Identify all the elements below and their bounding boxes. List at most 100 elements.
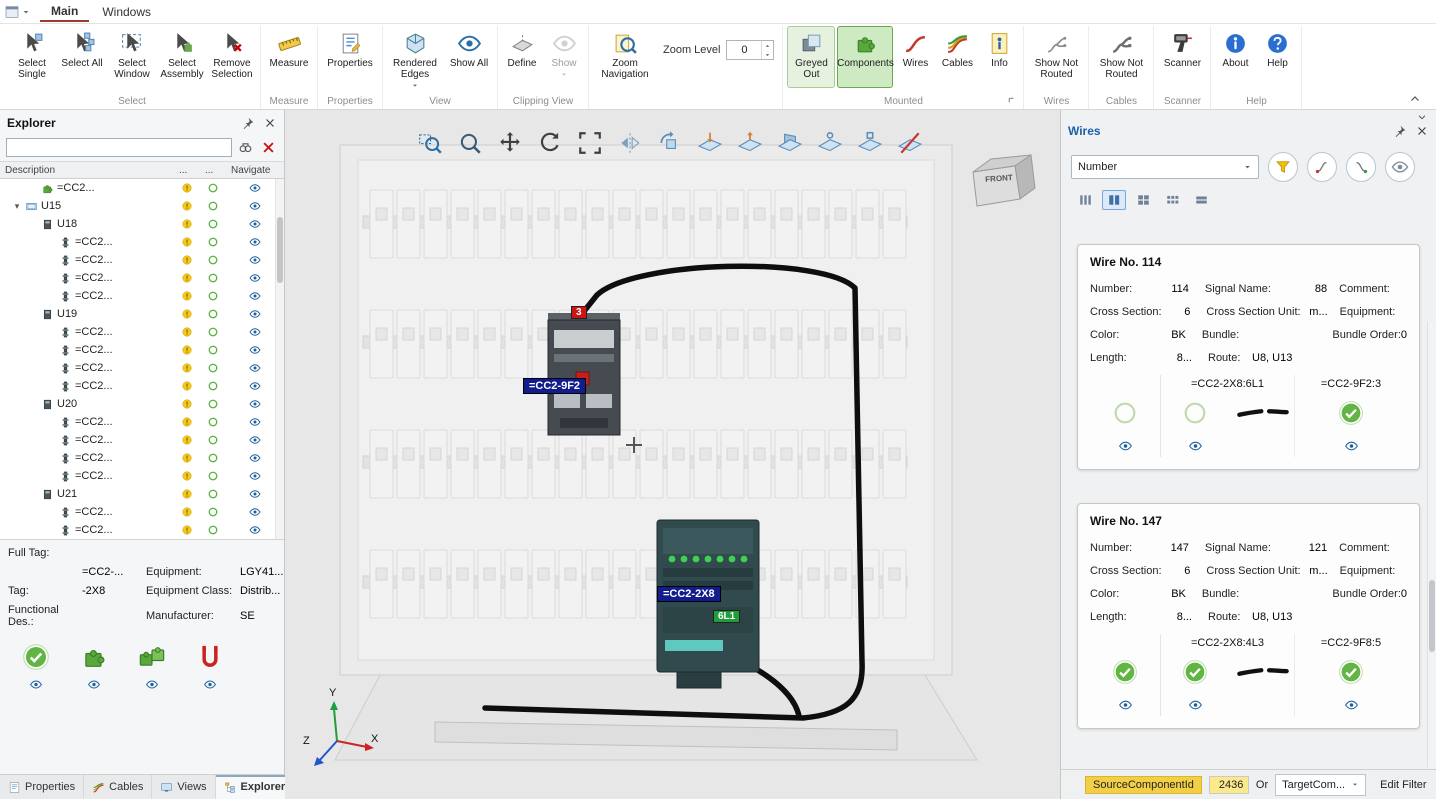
pin-icon[interactable] <box>1393 124 1407 138</box>
viewport-tool-icon[interactable] <box>617 130 643 156</box>
navigate-eye-icon[interactable] <box>247 308 263 320</box>
expander-icon[interactable]: ▾ <box>12 201 22 212</box>
measure-button[interactable]: Measure <box>265 26 313 88</box>
viewport-tool-icon[interactable] <box>497 130 523 156</box>
zoom-level-up-button[interactable] <box>762 41 773 50</box>
wires-scrollbar[interactable] <box>1427 322 1436 767</box>
tree-row[interactable]: =CC2... <box>0 233 284 251</box>
greyed-out-toggle[interactable]: Greyed Out <box>787 26 835 88</box>
edit-filter-button[interactable]: Edit Filter <box>1380 779 1426 791</box>
navigate-eye-icon[interactable] <box>247 506 263 518</box>
viewport-tool-icon[interactable] <box>857 130 883 156</box>
navigate-eye-icon[interactable] <box>247 254 263 266</box>
navigate-eye-icon[interactable] <box>247 362 263 374</box>
visibility-eye-icon[interactable] <box>201 678 219 691</box>
tree-row[interactable]: =CC2... <box>0 359 284 377</box>
sort-by-dropdown[interactable]: Number <box>1071 155 1259 179</box>
navigate-eye-icon[interactable] <box>247 470 263 482</box>
endpoint-eye-icon[interactable] <box>1186 439 1205 453</box>
tree-row[interactable]: =CC2... <box>0 251 284 269</box>
viewport-tool-icon[interactable] <box>537 130 563 156</box>
visibility-eye-icon[interactable] <box>27 678 45 691</box>
tree-row[interactable]: =CC2... <box>0 521 284 539</box>
navigate-eye-icon[interactable] <box>247 380 263 392</box>
filter-field-chip[interactable]: SourceComponentId <box>1085 776 1202 794</box>
wires-scrollbar-thumb[interactable] <box>1429 580 1435 652</box>
viewport-tool-icon[interactable] <box>577 130 603 156</box>
zoom-navigation-button[interactable]: Zoom Navigation <box>593 26 657 88</box>
show-not-routed-cables-button[interactable]: Show Not Routed <box>1093 26 1149 88</box>
viewport-tool-icon[interactable] <box>417 130 443 156</box>
show-all-button[interactable]: Show All <box>445 26 493 88</box>
navigate-eye-icon[interactable] <box>247 236 263 248</box>
pin-icon[interactable] <box>241 116 255 130</box>
component-puzzle-icon[interactable] <box>80 643 108 671</box>
tree-row[interactable]: =CC2... <box>0 341 284 359</box>
find-button[interactable] <box>236 138 255 157</box>
select-single-button[interactable]: Select Single <box>8 26 56 88</box>
components-toggle[interactable]: Components <box>837 26 893 88</box>
viewport-tool-icon[interactable] <box>897 130 923 156</box>
clear-search-button[interactable] <box>259 138 278 157</box>
tree-row[interactable]: =CC2... <box>0 467 284 485</box>
mounted-status-check-icon[interactable] <box>22 643 50 671</box>
tree-row[interactable]: =CC2... <box>0 323 284 341</box>
rendered-edges-button[interactable]: Rendered Edges <box>387 26 443 91</box>
tree-row[interactable]: =CC2... <box>0 269 284 287</box>
view-mode-wide[interactable] <box>1189 190 1213 210</box>
select-all-button[interactable]: Select All <box>58 26 106 88</box>
filter-button[interactable] <box>1268 152 1298 182</box>
connector-icon[interactable] <box>196 643 224 671</box>
tree-row[interactable]: U21 <box>0 485 284 503</box>
wire-card[interactable]: Wire No. 147 Number:147 Signal Name:121 … <box>1077 503 1420 729</box>
view-mode-detail[interactable] <box>1102 190 1126 210</box>
tree-row[interactable]: =CC2... <box>0 413 284 431</box>
bottom-tab[interactable]: Explorer <box>216 775 295 799</box>
info-button[interactable]: Info <box>979 26 1019 88</box>
tree-scrollbar-thumb[interactable] <box>277 217 283 283</box>
close-icon[interactable] <box>1415 124 1429 138</box>
help-button[interactable]: Help <box>1257 26 1297 88</box>
zoom-level-down-button[interactable] <box>762 50 773 59</box>
components-group-icon[interactable] <box>138 643 166 671</box>
bottom-tab[interactable]: Properties <box>0 775 84 799</box>
tree-row[interactable]: =CC2... <box>0 179 284 197</box>
show-not-routed-wires-button[interactable]: Show Not Routed <box>1028 26 1084 88</box>
tree-row[interactable]: =CC2... <box>0 503 284 521</box>
navigate-eye-icon[interactable] <box>247 182 263 194</box>
viewport-tool-icon[interactable] <box>817 130 843 156</box>
navigate-eye-icon[interactable] <box>247 272 263 284</box>
tree-row[interactable]: U19 <box>0 305 284 323</box>
view-cube[interactable]: FRONT <box>963 152 1049 216</box>
tree-row[interactable]: U20 <box>0 395 284 413</box>
navigate-eye-icon[interactable] <box>247 290 263 302</box>
endpoint-eye-icon[interactable] <box>1342 439 1361 453</box>
ribbon-collapse-icon[interactable] <box>1408 93 1422 105</box>
3d-scene[interactable] <box>285 110 1060 799</box>
tree-row[interactable]: =CC2... <box>0 431 284 449</box>
about-button[interactable]: About <box>1215 26 1255 88</box>
component-label-upper[interactable]: =CC2-9F2 <box>523 378 586 394</box>
mounted-cables-button[interactable]: Cables <box>937 26 977 88</box>
visibility-button[interactable] <box>1385 152 1415 182</box>
viewport-3d[interactable]: FRONT 3 =CC2-9F2 =CC2-2X8 6L1 Y X Z <box>285 110 1060 799</box>
navigate-eye-icon[interactable] <box>247 488 263 500</box>
select-assembly-button[interactable]: Select Assembly <box>158 26 206 88</box>
navigate-eye-icon[interactable] <box>247 218 263 230</box>
bottom-tab[interactable]: Views <box>152 775 215 799</box>
remove-selection-button[interactable]: Remove Selection <box>208 26 256 88</box>
clipping-define-button[interactable]: Define <box>502 26 542 88</box>
visibility-eye-icon[interactable] <box>143 678 161 691</box>
tree-row[interactable]: ▾ U15 <box>0 197 284 215</box>
viewport-tool-icon[interactable] <box>697 130 723 156</box>
view-mode-compact[interactable] <box>1073 190 1097 210</box>
scanner-button[interactable]: Scanner <box>1158 26 1206 88</box>
navigate-eye-icon[interactable] <box>247 200 263 212</box>
select-window-button[interactable]: Select Window <box>108 26 156 88</box>
mounted-wires-button[interactable]: Wires <box>895 26 935 88</box>
tab-windows[interactable]: Windows <box>91 2 162 21</box>
viewport-tool-icon[interactable] <box>657 130 683 156</box>
explorer-search-input[interactable] <box>6 138 232 157</box>
clipping-show-button[interactable]: Show <box>544 26 584 88</box>
navigate-eye-icon[interactable] <box>247 326 263 338</box>
